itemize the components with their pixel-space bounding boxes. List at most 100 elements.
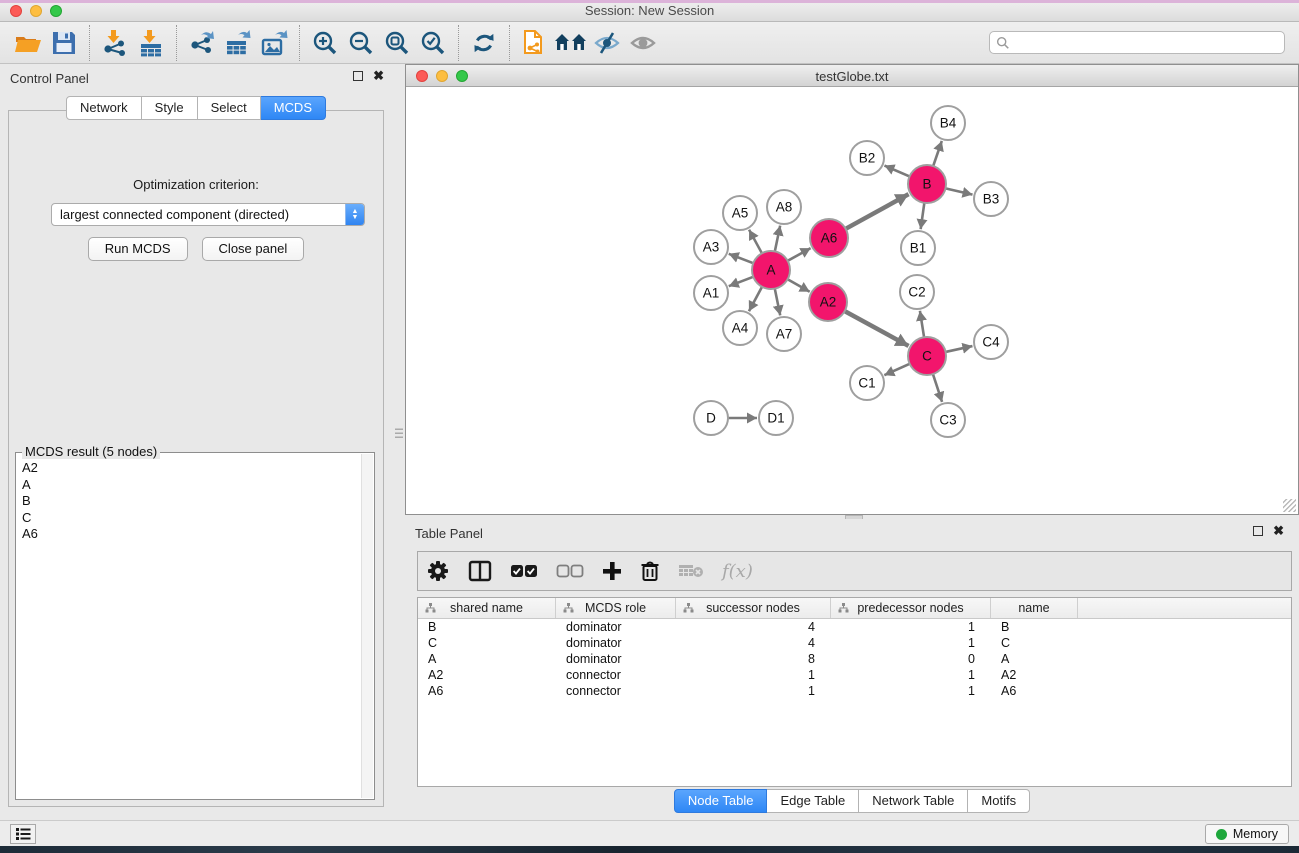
close-panel-icon[interactable]: ✖ xyxy=(1273,526,1284,536)
task-history-button[interactable] xyxy=(10,824,36,844)
application-window: Session: New Session xyxy=(0,0,1299,853)
graph-edge-A2-C[interactable] xyxy=(845,311,909,346)
tab-network[interactable]: Network xyxy=(66,96,142,120)
zoom-in-button[interactable] xyxy=(307,26,343,60)
graph-node-label: A7 xyxy=(776,327,793,342)
delete-column-button[interactable] xyxy=(640,556,660,586)
show-panel-button[interactable] xyxy=(625,26,661,60)
graph-edge-A-A4[interactable] xyxy=(749,287,762,311)
toolbar-separator xyxy=(89,25,90,61)
run-mcds-button[interactable]: Run MCDS xyxy=(88,237,188,261)
save-session-button[interactable] xyxy=(46,26,82,60)
hide-panel-button[interactable] xyxy=(589,26,625,60)
column-header-successor-nodes[interactable]: successor nodes xyxy=(676,598,831,618)
graph-edge-B-B4[interactable] xyxy=(933,141,942,166)
refresh-button[interactable] xyxy=(466,26,502,60)
column-header-label: successor nodes xyxy=(706,601,800,615)
select-all-columns-button[interactable] xyxy=(510,556,538,586)
import-table-button[interactable] xyxy=(133,26,169,60)
table-row[interactable]: Adominator80A xyxy=(418,651,1291,667)
memory-button[interactable]: Memory xyxy=(1205,824,1289,844)
unchecked-checkboxes-icon xyxy=(556,564,584,578)
table-row[interactable]: Cdominator41C xyxy=(418,635,1291,651)
graph-edge-A-A7[interactable] xyxy=(775,289,780,316)
graph-edge-B-B1[interactable] xyxy=(921,203,925,229)
column-header-MCDS-role[interactable]: MCDS role xyxy=(556,598,676,618)
float-panel-icon[interactable] xyxy=(1253,526,1263,536)
create-column-button[interactable] xyxy=(602,556,622,586)
graph-edge-A-A5[interactable] xyxy=(749,230,762,254)
column-header-predecessor-nodes[interactable]: predecessor nodes xyxy=(831,598,991,618)
tab-style[interactable]: Style xyxy=(142,96,198,120)
result-item[interactable]: A2 xyxy=(22,460,360,477)
graph-edge-C-C1[interactable] xyxy=(884,364,909,375)
graph-edge-C-C4[interactable] xyxy=(946,346,973,352)
close-panel-icon[interactable]: ✖ xyxy=(373,71,384,81)
graph-edge-B-B2[interactable] xyxy=(884,166,909,177)
table-settings-button[interactable] xyxy=(426,556,450,586)
open-session-button[interactable] xyxy=(10,26,46,60)
vertical-splitter-grip[interactable] xyxy=(395,424,403,442)
network-canvas[interactable]: B4B2BB3A5A8A6A3B1AA1C2A2A4A7C4CC1C3DD1 xyxy=(406,87,1298,514)
node-table: shared nameMCDS role successor nodes prede… xyxy=(417,597,1292,787)
graph-edge-A-A1[interactable] xyxy=(729,277,754,286)
zoom-out-button[interactable] xyxy=(343,26,379,60)
float-panel-icon[interactable] xyxy=(353,71,363,81)
table-row[interactable]: A2connector11A2 xyxy=(418,667,1291,683)
close-panel-button[interactable]: Close panel xyxy=(202,237,305,261)
zoom-fit-button[interactable] xyxy=(379,26,415,60)
deselect-all-columns-button[interactable] xyxy=(556,556,584,586)
result-item[interactable]: B xyxy=(22,493,360,510)
search-field[interactable] xyxy=(989,31,1285,54)
result-scrollbar[interactable] xyxy=(361,454,373,798)
graph-edge-C-C2[interactable] xyxy=(920,311,924,337)
hierarchy-icon xyxy=(838,603,849,613)
tab-node-table[interactable]: Node Table xyxy=(674,789,768,813)
result-item[interactable]: A6 xyxy=(22,526,360,543)
table-cell: B xyxy=(418,619,556,635)
table-row[interactable]: Bdominator41B xyxy=(418,619,1291,635)
delete-table-icon xyxy=(678,563,704,579)
import-network-button[interactable] xyxy=(97,26,133,60)
export-table-button[interactable] xyxy=(220,26,256,60)
delete-table-button[interactable] xyxy=(678,556,704,586)
zoom-selected-button[interactable] xyxy=(415,26,451,60)
search-input[interactable] xyxy=(1015,36,1278,50)
network-window-titlebar[interactable]: testGlobe.txt xyxy=(406,65,1298,87)
criterion-dropdown[interactable]: largest connected component (directed) ▲… xyxy=(51,203,365,226)
graph-edge-A-A8[interactable] xyxy=(775,226,780,252)
column-header-name[interactable]: name xyxy=(991,598,1078,618)
graph-node-label: A xyxy=(766,263,775,278)
network-view-window: testGlobe.txt B4B2BB3A5A8A6A3B1AA1C2A2A4… xyxy=(405,64,1299,515)
export-image-button[interactable] xyxy=(256,26,292,60)
graph-edge-B-B3[interactable] xyxy=(945,188,972,194)
new-network-from-file-button[interactable] xyxy=(517,26,553,60)
graph-edge-A-A2[interactable] xyxy=(788,279,810,291)
tab-mcds[interactable]: MCDS xyxy=(261,96,326,120)
window-resize-grip[interactable] xyxy=(1283,499,1296,512)
memory-status-icon xyxy=(1216,829,1227,840)
column-header-shared-name[interactable]: shared name xyxy=(418,598,556,618)
table-cell: A6 xyxy=(418,683,556,699)
optimization-criterion-label: Optimization criterion: xyxy=(9,177,383,192)
table-cell: dominator xyxy=(556,635,676,651)
graph-edge-C-C3[interactable] xyxy=(933,374,942,402)
graph-edge-A-A6[interactable] xyxy=(788,248,811,261)
table-row[interactable]: A6connector11A6 xyxy=(418,683,1291,699)
result-item[interactable]: A xyxy=(22,477,360,494)
graph-edge-A6-B[interactable] xyxy=(846,194,909,229)
export-network-button[interactable] xyxy=(184,26,220,60)
zoom-fit-icon xyxy=(383,29,411,57)
function-builder-button[interactable]: f(x) xyxy=(722,556,753,586)
tab-select[interactable]: Select xyxy=(198,96,261,120)
home-button[interactable] xyxy=(553,26,589,60)
tab-motifs[interactable]: Motifs xyxy=(968,789,1030,813)
tab-edge-table[interactable]: Edge Table xyxy=(767,789,859,813)
table-cell: 1 xyxy=(676,667,831,683)
graph-edge-A-A3[interactable] xyxy=(729,254,754,263)
show-column-panel-button[interactable] xyxy=(468,556,492,586)
result-item[interactable]: C xyxy=(22,510,360,527)
tab-network-table[interactable]: Network Table xyxy=(859,789,968,813)
control-panel: Control Panel ✖ NetworkStyleSelectMCDS O… xyxy=(0,64,392,821)
table-cell: A2 xyxy=(991,667,1078,683)
